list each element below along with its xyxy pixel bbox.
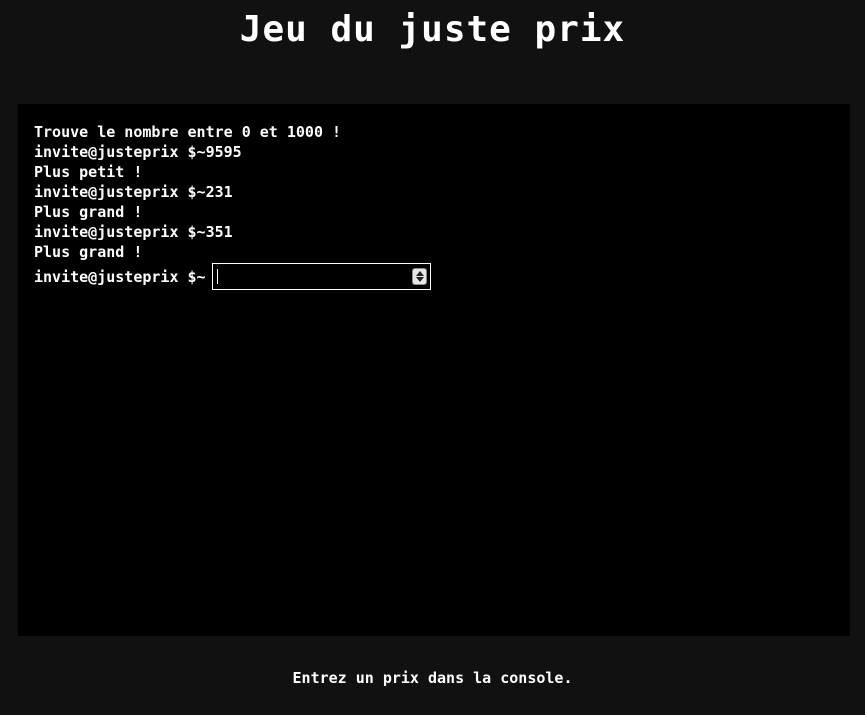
console-panel: Trouve le nombre entre 0 et 1000 ! invit… [18,104,850,636]
console-prompt-line: invite@justeprix $~ [34,263,834,290]
console-line: invite@justeprix $~351 [34,223,233,241]
console-line: Plus petit ! [34,163,143,181]
console-prompt: invite@justeprix $~ [34,267,206,286]
console-line: Plus grand ! [34,203,143,221]
console-line: invite@justeprix $~9595 [34,143,242,161]
stepper-up-icon[interactable] [415,271,424,276]
console-line: Trouve le nombre entre 0 et 1000 ! [34,123,342,141]
console-line: Plus grand ! [34,243,143,261]
instruction-text: Entrez un prix dans la console. [292,669,573,687]
text-caret [216,269,218,284]
stepper-down-icon[interactable] [415,277,424,282]
price-input[interactable] [211,263,431,290]
page-title: Jeu du juste prix [239,9,626,50]
console-line: invite@justeprix $~231 [34,183,233,201]
number-stepper[interactable] [411,268,427,285]
